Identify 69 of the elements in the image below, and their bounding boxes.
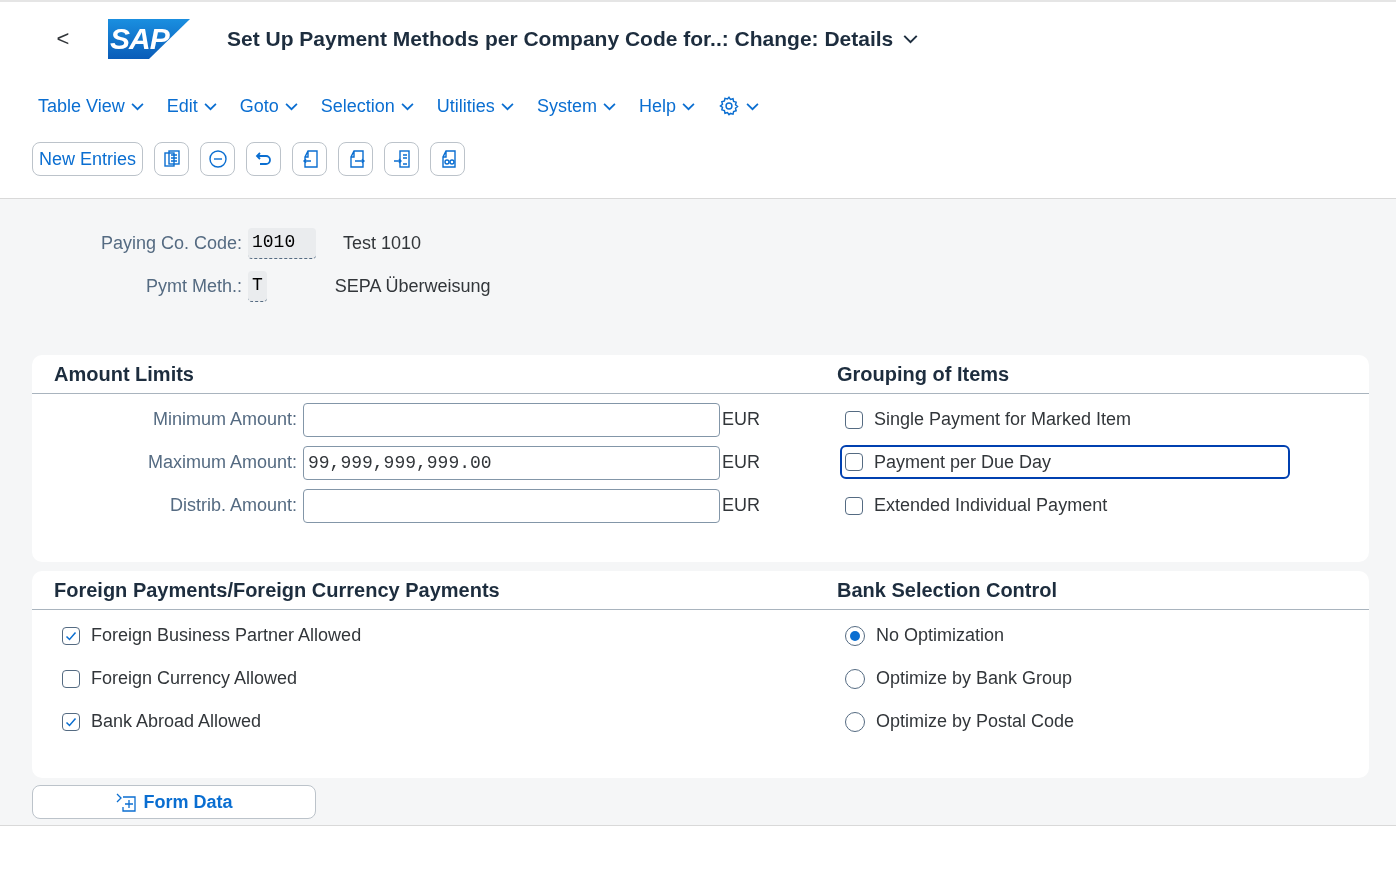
radio-label: Optimize by Bank Group <box>876 668 1073 689</box>
settings-menu-button[interactable] <box>717 95 759 117</box>
radio-label: Optimize by Postal Code <box>876 711 1075 732</box>
sap-logo: SAP <box>108 19 190 59</box>
expand-button[interactable] <box>384 142 420 176</box>
menu-item[interactable]: Utilities <box>436 95 514 117</box>
next-button[interactable] <box>338 142 374 176</box>
checkbox[interactable] <box>845 453 863 471</box>
chevron-down-icon <box>203 101 217 111</box>
radio-label: No Optimization <box>876 625 1005 646</box>
section-title: Bank Selection Control <box>837 578 1058 602</box>
field-description: SEPA Überweisung <box>334 275 491 297</box>
checkbox-label: Foreign Business Partner Allowed <box>91 625 362 646</box>
chevron-down-icon <box>130 101 144 111</box>
amount-field[interactable] <box>303 488 720 523</box>
checkbox[interactable] <box>62 626 80 645</box>
currency-unit: EUR <box>722 452 760 473</box>
chevron-down-icon <box>903 34 919 44</box>
menu-item[interactable]: Table View <box>38 95 144 117</box>
amount-field[interactable]: 99,999,999,999.00 <box>303 445 720 480</box>
new-entries-button[interactable]: New Entries <box>32 142 144 176</box>
checkbox[interactable] <box>62 712 80 731</box>
section-title: Amount Limits <box>54 362 194 386</box>
field-label: Distrib. Amount: <box>168 495 298 516</box>
copy-button[interactable] <box>154 142 190 176</box>
chevron-down-icon <box>681 101 695 111</box>
field-label: Minimum Amount: <box>151 409 298 430</box>
add-item-icon <box>115 792 138 812</box>
copy-icon <box>161 149 182 169</box>
document-arrow-icon <box>391 149 412 169</box>
window-title[interactable]: Set Up Payment Methods per Company Code for..: Change: Details <box>227 27 919 51</box>
checkbox[interactable] <box>845 410 863 429</box>
currency-unit: EUR <box>722 409 760 430</box>
chevron-down-icon <box>602 101 616 111</box>
minus-circle-icon <box>207 149 228 169</box>
delete-button[interactable] <box>200 142 236 176</box>
field-label: Maximum Amount: <box>146 452 298 473</box>
chevron-down-icon <box>284 101 298 111</box>
key-field[interactable]: 1010 <box>248 227 316 259</box>
checkbox[interactable] <box>62 669 80 688</box>
checkbox-label: Foreign Currency Allowed <box>91 668 298 689</box>
back-button[interactable]: < <box>50 26 76 52</box>
section-title: Grouping of Items <box>837 362 1010 386</box>
glasses-button[interactable] <box>430 142 466 176</box>
checkbox[interactable] <box>845 496 863 515</box>
field-label: Pymt Meth.: <box>144 275 243 297</box>
amount-field[interactable] <box>303 402 720 437</box>
focused-checkbox-row[interactable]: Payment per Due Day <box>840 445 1290 479</box>
menu-item[interactable]: Edit <box>166 95 217 117</box>
checkbox-label: Single Payment for Marked Item <box>874 409 1132 430</box>
currency-unit: EUR <box>722 495 760 516</box>
previous-button[interactable] <box>292 142 328 176</box>
form-data-button[interactable]: Form Data <box>32 785 316 819</box>
menu-item[interactable]: Help <box>638 95 695 117</box>
menu-item[interactable]: System <box>536 95 616 117</box>
menu-item[interactable]: Goto <box>239 95 298 117</box>
chevron-down-icon <box>745 101 759 111</box>
key-field[interactable]: T <box>248 270 267 302</box>
section-title: Foreign Payments/Foreign Currency Payments <box>54 578 500 602</box>
checkbox-label: Bank Abroad Allowed <box>91 711 262 732</box>
field-label: Paying Co. Code: <box>99 232 243 254</box>
chevron-down-icon <box>400 101 414 111</box>
menu-item[interactable]: Selection <box>320 95 414 117</box>
settings-icon <box>717 95 740 117</box>
field-description: Test 1010 <box>343 232 422 254</box>
checkbox-label: Extended Individual Payment <box>874 495 1108 516</box>
checkbox-label: Payment per Due Day <box>874 451 1052 473</box>
undo-button[interactable] <box>246 142 282 176</box>
chevron-down-icon <box>500 101 514 111</box>
